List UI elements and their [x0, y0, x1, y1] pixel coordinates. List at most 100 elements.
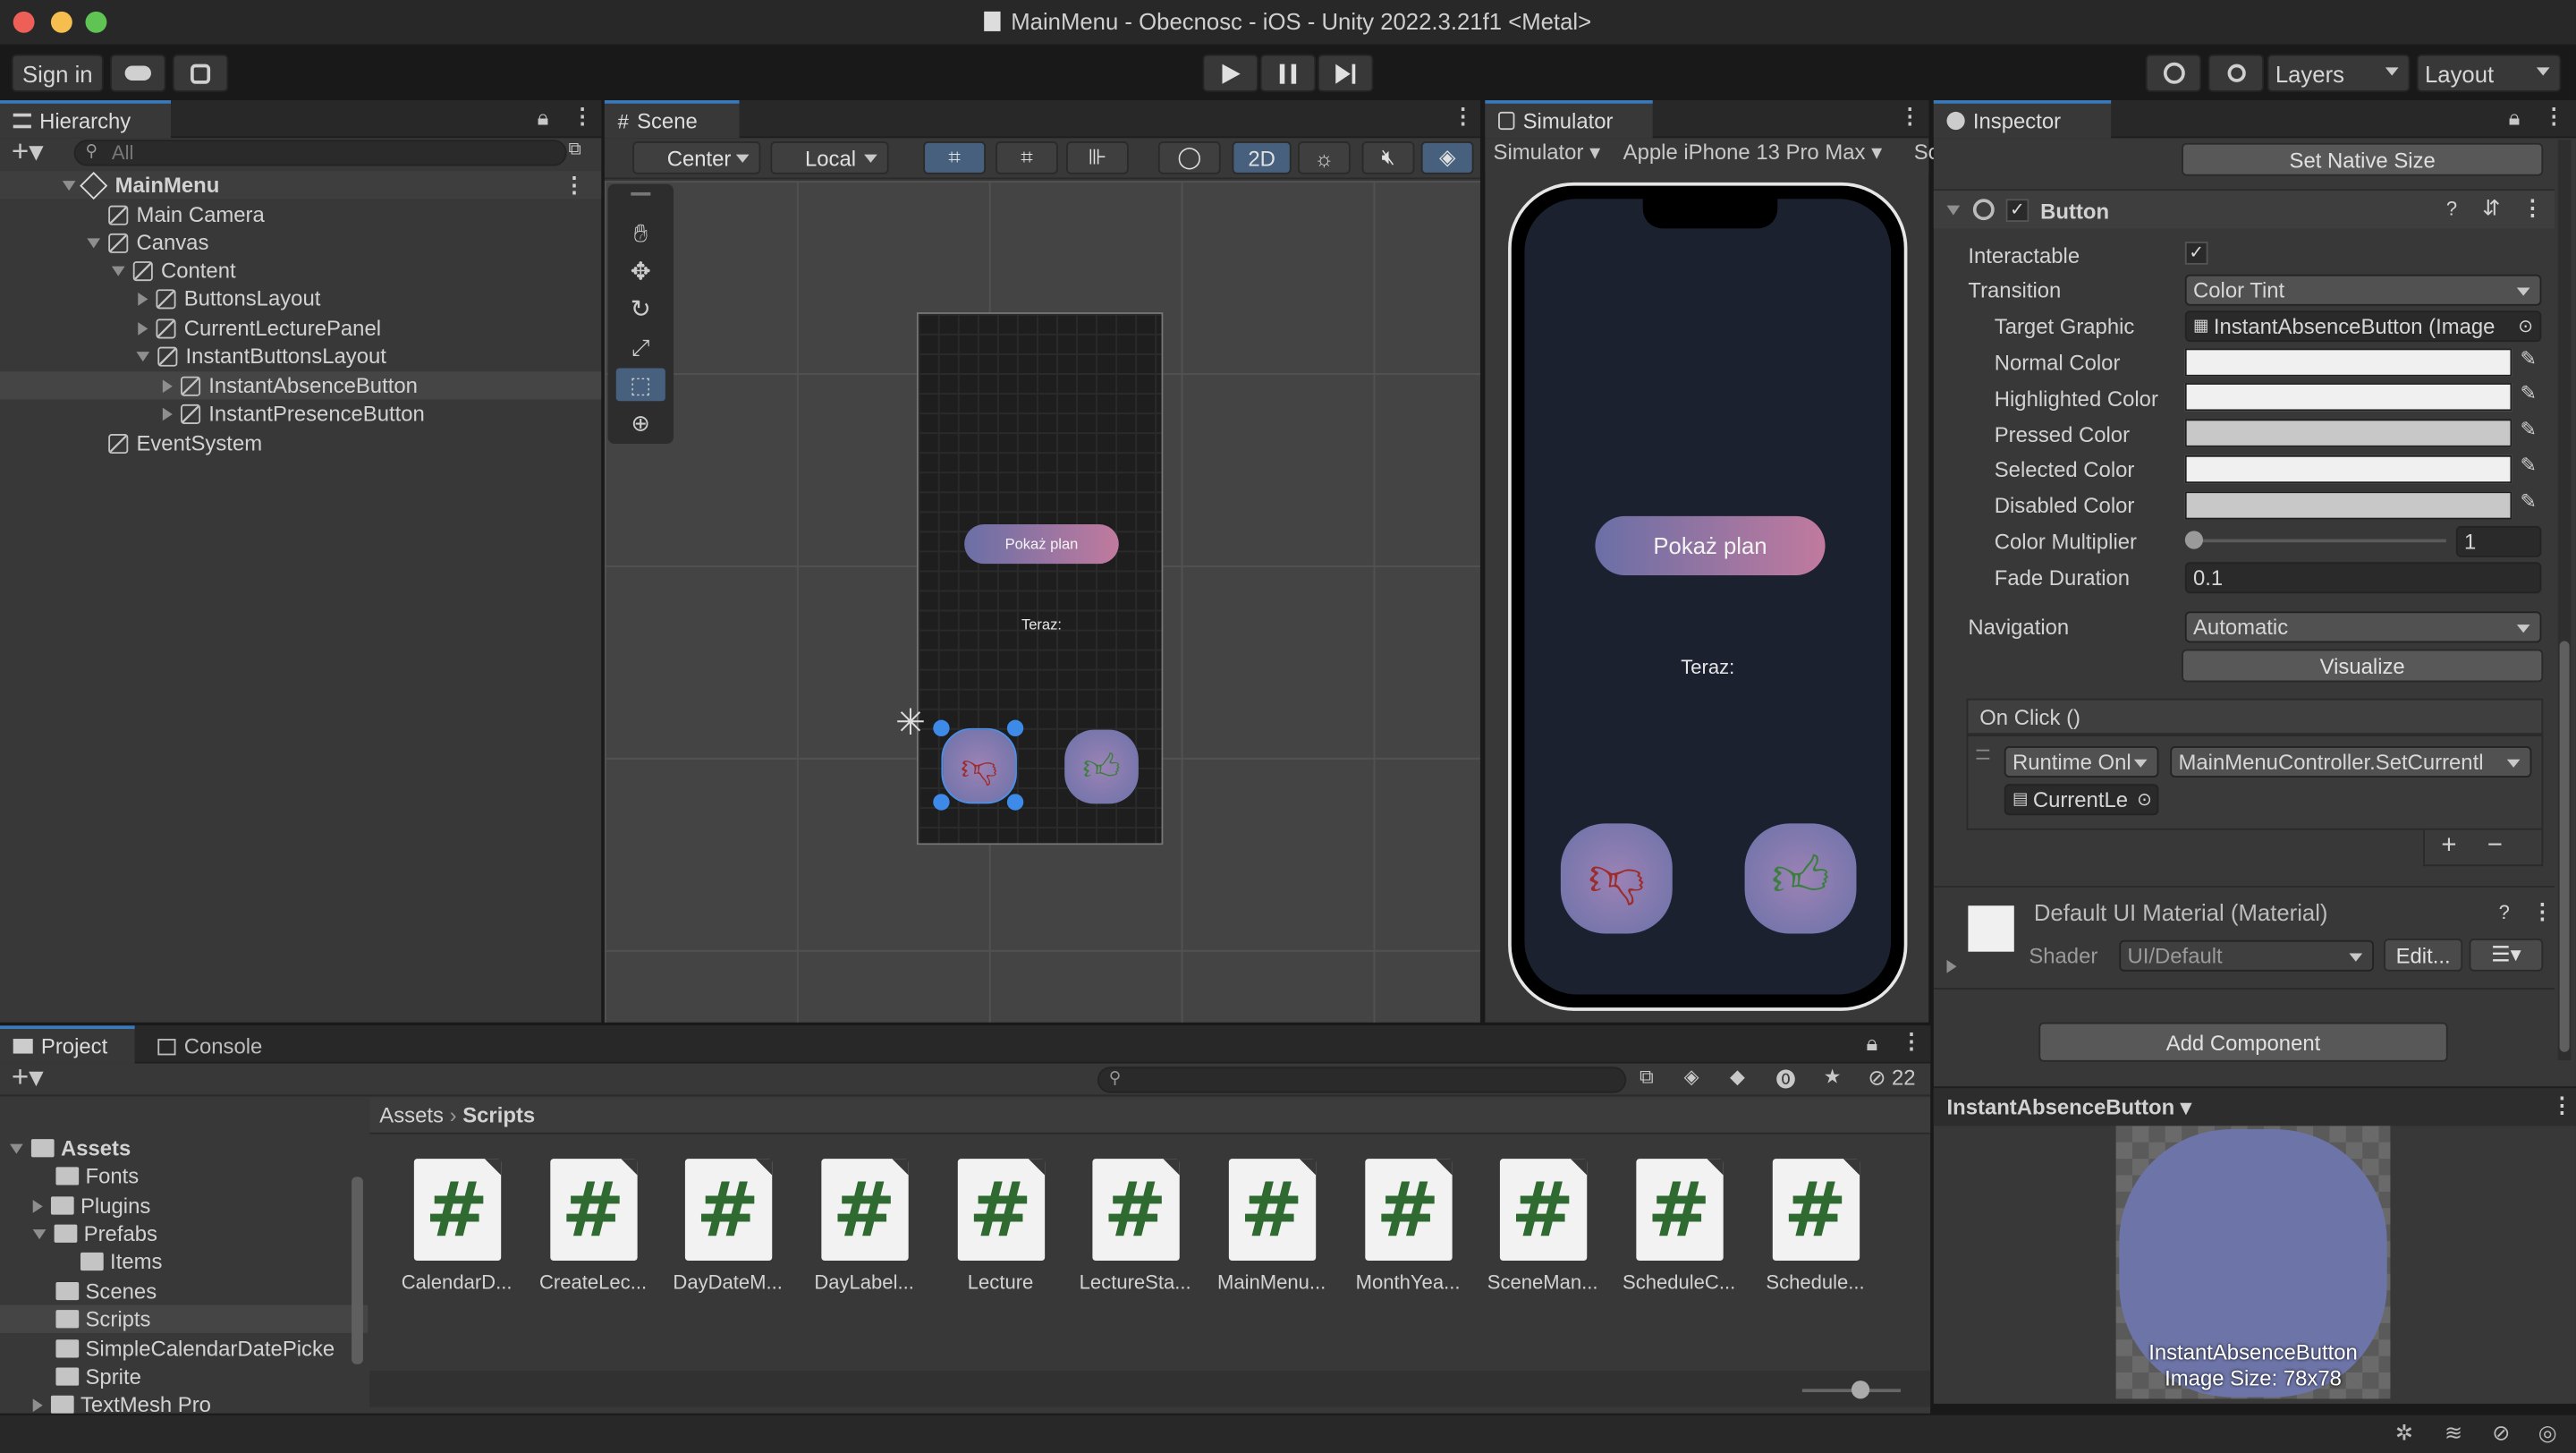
increment-snap-toggle[interactable]: ⊪ — [1066, 140, 1129, 174]
add-component-button[interactable]: Add Component — [2038, 1022, 2448, 1062]
collab-button[interactable] — [172, 54, 229, 92]
progress-icon[interactable]: ◎ — [2538, 1420, 2557, 1446]
hierarchy-item-content[interactable]: Content — [0, 257, 601, 285]
lighting-toggle[interactable]: ☼ — [1297, 140, 1351, 174]
hierarchy-item-mainmenu[interactable]: MainMenu ⋮ — [0, 171, 602, 200]
hidden-packages-toggle[interactable]: ⊘ 22 — [1868, 1065, 1915, 1091]
tree-item-assets[interactable]: Assets — [0, 1134, 368, 1162]
foldout-arrow-icon[interactable] — [1946, 959, 1957, 973]
highlighted-color-swatch[interactable] — [2184, 383, 2512, 412]
audio-toggle[interactable]: 🔇︎ — [1361, 140, 1415, 174]
asset-calendard[interactable]: # CalendarD... — [391, 1159, 522, 1294]
help-icon[interactable]: ? — [2499, 901, 2510, 924]
tree-item-sprite[interactable]: Sprite — [0, 1363, 368, 1390]
edit-shader-button[interactable]: Edit... — [2384, 938, 2463, 972]
button-component-header[interactable]: ✓ Button ? ⇵ ⋮ — [1933, 189, 2555, 229]
more-menu-icon[interactable]: ⋮ — [2543, 104, 2564, 130]
play-button[interactable] — [1202, 54, 1258, 92]
sim-presence-button[interactable]: 👍︎ — [1744, 823, 1857, 934]
history-button[interactable] — [2145, 54, 2202, 92]
drag-handle-icon[interactable] — [1976, 749, 1990, 760]
expand-arrow-icon[interactable] — [32, 1228, 47, 1239]
object-picker-icon[interactable]: ⊙ — [2518, 316, 2533, 337]
eyedropper-icon[interactable]: ✎ — [2520, 381, 2536, 404]
scene-search-icon[interactable]: ⧉ — [568, 140, 580, 161]
add-icon[interactable]: +▾ — [12, 1060, 44, 1095]
asset-daylabel[interactable]: # DayLabel... — [799, 1159, 930, 1294]
device-dropdown[interactable]: Apple iPhone 13 Pro Max ▾ — [1623, 140, 1882, 166]
auto-generate-lighting-icon[interactable]: ⊘ — [2492, 1420, 2510, 1446]
rect-handle[interactable] — [933, 794, 950, 811]
asset-schedule[interactable]: # Schedule... — [1750, 1159, 1881, 1294]
tab-scene[interactable]: # Scene — [604, 100, 740, 139]
tree-scrollbar-thumb[interactable] — [352, 1177, 363, 1364]
breadcrumb-assets[interactable]: Assets — [379, 1103, 444, 1128]
more-menu-icon[interactable]: ⋮ — [2551, 1093, 2572, 1119]
color-multiplier-slider-thumb[interactable] — [2184, 531, 2204, 549]
tab-project[interactable]: Project — [0, 1025, 135, 1064]
expand-arrow-icon[interactable] — [87, 237, 101, 248]
hierarchy-search-input[interactable]: ⚲ All — [73, 140, 567, 166]
lock-icon[interactable]: 🔒︎ — [2509, 106, 2521, 132]
hierarchy-item-canvas[interactable]: Canvas — [0, 228, 601, 256]
project-search-input[interactable]: ⚲ — [1097, 1066, 1627, 1093]
color-multiplier-field[interactable]: 1 — [2455, 525, 2542, 557]
hand-tool-icon[interactable]: ✋︎ — [616, 217, 665, 250]
simulator-mode-dropdown[interactable]: Simulator ▾ — [1494, 140, 1601, 166]
more-menu-icon[interactable]: ⋮ — [2521, 196, 2543, 222]
collapsed-arrow-icon[interactable] — [162, 406, 173, 421]
tab-hierarchy[interactable]: Hierarchy — [0, 100, 172, 139]
more-menu-icon[interactable]: ⋮ — [1899, 104, 1920, 130]
scene-show-plan-button[interactable]: Pokaż plan — [964, 524, 1119, 565]
sim-show-plan-button[interactable]: Pokaż plan — [1595, 515, 1826, 575]
space-local-dropdown[interactable]: Local — [770, 140, 889, 174]
asset-daydatem[interactable]: # DayDateM... — [662, 1159, 793, 1294]
icon-size-slider-thumb[interactable] — [1851, 1381, 1870, 1399]
selected-color-swatch[interactable] — [2184, 455, 2512, 484]
asset-mainmenu[interactable]: # MainMenu... — [1206, 1159, 1337, 1294]
transform-tool-icon[interactable]: ⊕ — [616, 406, 665, 439]
asset-lecturesta[interactable]: # LectureSta... — [1070, 1159, 1201, 1294]
enabled-checkbox[interactable]: ✓ — [2005, 199, 2029, 223]
disabled-color-swatch[interactable] — [2184, 491, 2512, 520]
effects-dropdown[interactable]: ◈ — [1420, 140, 1474, 174]
step-button[interactable] — [1318, 54, 1374, 92]
shader-dropdown[interactable]: UI/Default — [2119, 939, 2375, 972]
lock-icon[interactable]: 🔒︎ — [1866, 1031, 1877, 1057]
asset-lecture[interactable]: # Lecture — [935, 1159, 1066, 1294]
scale-tool-icon[interactable]: ⤢ — [616, 330, 665, 363]
set-native-size-button[interactable]: Set Native Size — [2182, 142, 2544, 176]
rect-handle[interactable] — [933, 719, 950, 737]
inspector-scrollbar-thumb[interactable] — [2559, 641, 2570, 1052]
more-menu-icon[interactable]: ⋮ — [572, 104, 593, 130]
tree-item-prefabs[interactable]: Prefabs — [0, 1219, 368, 1247]
tab-simulator[interactable]: Simulator — [1485, 100, 1653, 139]
remove-event-button[interactable]: − — [2487, 832, 2503, 862]
layers-dropdown[interactable]: Layers — [2267, 54, 2411, 92]
collapsed-arrow-icon[interactable] — [138, 292, 148, 305]
pause-button[interactable] — [1259, 54, 1317, 92]
hierarchy-item-instantbuttonslayout[interactable]: InstantButtonsLayout — [0, 342, 601, 370]
tab-console[interactable]: Console — [145, 1025, 286, 1063]
sim-absence-button[interactable]: 👎︎ — [1560, 823, 1673, 934]
navigation-dropdown[interactable]: Automatic — [2184, 611, 2542, 643]
method-dropdown[interactable]: MainMenuController.SetCurrentl — [2170, 746, 2532, 777]
tree-item-plugins[interactable]: Plugins — [0, 1192, 368, 1219]
expand-arrow-icon[interactable] — [10, 1143, 23, 1153]
transition-dropdown[interactable]: Color Tint — [2184, 274, 2542, 306]
hierarchy-item-main-camera[interactable]: Main Camera — [0, 200, 601, 228]
pivot-center-dropdown[interactable]: Center — [632, 140, 761, 174]
asset-schedulec[interactable]: # ScheduleC... — [1614, 1159, 1745, 1294]
hierarchy-item-eventsystem[interactable]: EventSystem — [0, 429, 601, 456]
favorites-icon[interactable]: ★ — [1824, 1065, 1842, 1088]
target-object-field[interactable]: ▤ CurrentLe ⊙ — [2004, 784, 2159, 816]
more-menu-icon[interactable]: ⋮ — [2531, 899, 2553, 925]
anchor-icon[interactable]: ✳ — [895, 701, 926, 744]
eyedropper-icon[interactable]: ✎ — [2520, 347, 2536, 370]
canvas-frame[interactable]: Pokaż plan Teraz: 👎︎ 👍︎ ✳ — [895, 312, 1164, 845]
collapsed-arrow-icon[interactable] — [162, 378, 173, 393]
hierarchy-item-instantabsencebutton[interactable]: InstantAbsenceButton — [0, 371, 602, 400]
shader-menu-dropdown[interactable]: ☰▾ — [2469, 938, 2544, 972]
rotate-tool-icon[interactable]: ↻ — [616, 293, 665, 326]
foldout-arrow-icon[interactable] — [1946, 205, 1961, 216]
